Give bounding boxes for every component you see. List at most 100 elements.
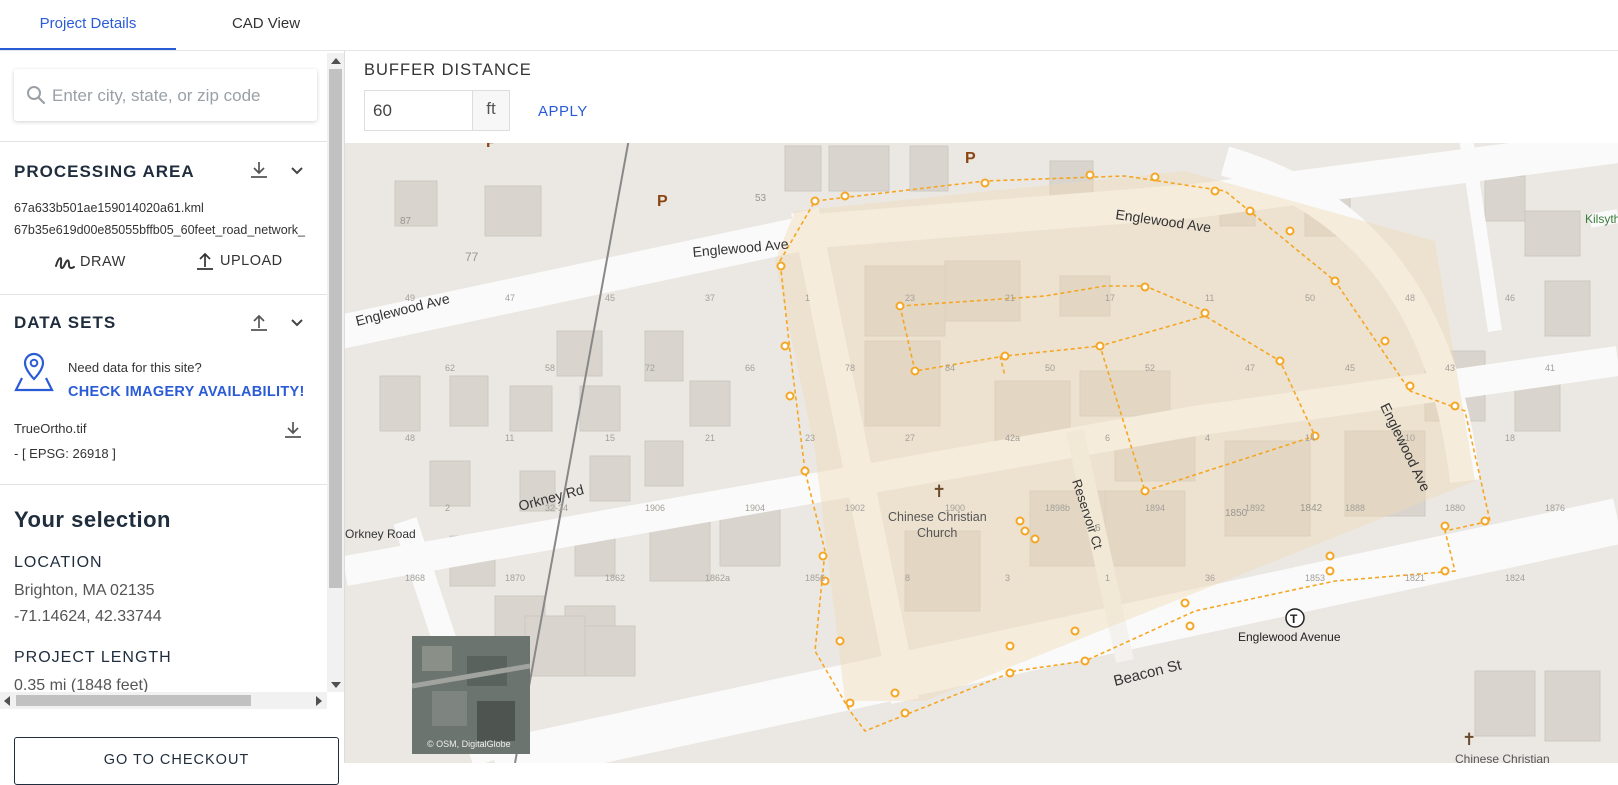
tab-project-details[interactable]: Project Details — [0, 0, 176, 50]
processing-area-title: PROCESSING AREA — [14, 162, 195, 181]
tab-bar: Project Details CAD View — [0, 0, 1618, 51]
house-number: 1862a — [705, 573, 730, 583]
project-length-label: PROJECT LENGTH — [14, 649, 172, 666]
house-number: 87 — [400, 216, 412, 227]
house-number: 1900 — [945, 503, 965, 513]
house-number: 23 — [805, 433, 815, 443]
selection-heading: Your selection — [14, 507, 171, 532]
house-number: 52 — [1145, 363, 1155, 373]
house-number: 45 — [1345, 363, 1355, 373]
house-number: 1876 — [1545, 503, 1565, 513]
data-prompt: Need data for this site? — [68, 360, 202, 375]
house-number: 6 — [1105, 433, 1110, 443]
checkout-button[interactable]: GO TO CHECKOUT — [14, 737, 339, 785]
house-number: 47 — [1245, 363, 1255, 373]
scrollbar-thumb[interactable] — [329, 69, 342, 588]
house-number: 72 — [645, 363, 655, 373]
upload-button[interactable]: UPLOAD — [194, 250, 283, 272]
draw-button[interactable]: DRAW — [54, 252, 126, 272]
tab-cad-view[interactable]: CAD View — [180, 0, 352, 50]
house-number: 21 — [705, 433, 715, 443]
house-number: 10 — [1405, 433, 1415, 443]
chevron-down-icon[interactable] — [286, 159, 308, 181]
download-icon[interactable] — [282, 419, 304, 441]
upload-icon[interactable] — [248, 311, 270, 333]
parking-icon: P — [965, 150, 976, 167]
buffer-distance-input[interactable] — [364, 90, 472, 131]
house-number: 49 — [405, 293, 415, 303]
map-pin-icon — [14, 352, 54, 392]
sidebar-horizontal-scrollbar[interactable] — [0, 692, 327, 709]
scroll-up-arrow[interactable] — [331, 58, 341, 64]
divider — [0, 484, 336, 485]
house-number: 36 — [1205, 573, 1215, 583]
house-number: 1870 — [505, 573, 525, 583]
house-number: 1892 — [1245, 503, 1265, 513]
house-number: 46 — [1505, 293, 1515, 303]
satellite-layer-toggle[interactable] — [412, 636, 530, 754]
apply-button[interactable]: APPLY — [538, 103, 588, 120]
house-number: 1898b — [1045, 503, 1070, 513]
house-number: 50 — [1045, 363, 1055, 373]
house-number: 48 — [405, 433, 415, 443]
poi-label: Chinese Christian — [1455, 752, 1550, 763]
house-number: 14 — [1305, 433, 1315, 443]
poi-label: Church — [917, 526, 957, 540]
location-coords: -71.14624, 42.33744 — [14, 608, 162, 625]
house-number: 8 — [905, 573, 910, 583]
house-number: 62 — [445, 363, 455, 373]
draw-icon — [55, 257, 75, 270]
search-input[interactable] — [50, 79, 309, 113]
divider — [0, 294, 336, 295]
house-number: 1821 — [1405, 573, 1425, 583]
satellite-thumbnail — [412, 636, 530, 754]
poi-label: Kilsyth — [1585, 212, 1618, 226]
house-number: 1880 — [1445, 503, 1465, 513]
poi-label: Chinese Christian — [888, 510, 987, 524]
house-number: 1868 — [405, 573, 425, 583]
house-number: 1906 — [645, 503, 665, 513]
church-icon: ✝ — [1462, 730, 1476, 749]
house-number: 11 — [505, 433, 514, 443]
download-icon[interactable] — [248, 159, 270, 181]
dataset-file-name: TrueOrtho.tif — [14, 421, 87, 436]
map-canvas[interactable]: Englewood Ave Englewood Ave Englewood Av… — [345, 51, 1618, 763]
epsg-code: - [ EPSG: 26918 ] — [14, 446, 116, 461]
house-number: 1824 — [1505, 573, 1525, 583]
check-imagery-link[interactable]: CHECK IMAGERY AVAILABILITY! — [68, 384, 305, 400]
house-number: 48 — [1405, 293, 1415, 303]
house-number: 15 — [605, 433, 615, 443]
house-number: 1888 — [1345, 503, 1365, 513]
chevron-down-icon[interactable] — [286, 311, 308, 333]
house-number: 58 — [545, 363, 555, 373]
scroll-right-arrow[interactable] — [316, 696, 322, 706]
search-icon — [27, 86, 46, 105]
house-number: 53 — [755, 193, 767, 204]
house-number: 3 — [1005, 573, 1010, 583]
kml-file-name: 67a633b501ae159014020a61.kml — [14, 201, 204, 215]
house-number: 17 — [1105, 293, 1115, 303]
house-number: 45 — [605, 293, 615, 303]
church-icon: ✝ — [932, 482, 946, 501]
house-number: 37 — [705, 293, 715, 303]
house-number: 1904 — [745, 503, 765, 513]
house-number: 23 — [905, 293, 915, 303]
sidebar-vertical-scrollbar[interactable] — [327, 53, 344, 692]
house-number: 78 — [845, 363, 855, 373]
scroll-left-arrow[interactable] — [4, 696, 10, 706]
scroll-down-arrow[interactable] — [331, 682, 341, 688]
house-number: 2 — [445, 503, 450, 513]
house-number: 1 — [805, 293, 810, 303]
scrollbar-thumb[interactable] — [16, 695, 251, 706]
house-number: 6 — [1095, 523, 1101, 534]
house-number: 66 — [745, 363, 755, 373]
draw-label: DRAW — [80, 253, 126, 270]
parking-icon: P — [657, 193, 668, 210]
buffer-unit: ft — [472, 90, 510, 131]
house-number: 43 — [1445, 363, 1455, 373]
map-svg[interactable]: Englewood Ave Englewood Ave Englewood Av… — [345, 51, 1618, 763]
house-number: 42a — [1005, 433, 1020, 443]
house-number: 84 — [945, 363, 955, 373]
house-number: 1862 — [605, 573, 625, 583]
location-label: LOCATION — [14, 554, 103, 571]
